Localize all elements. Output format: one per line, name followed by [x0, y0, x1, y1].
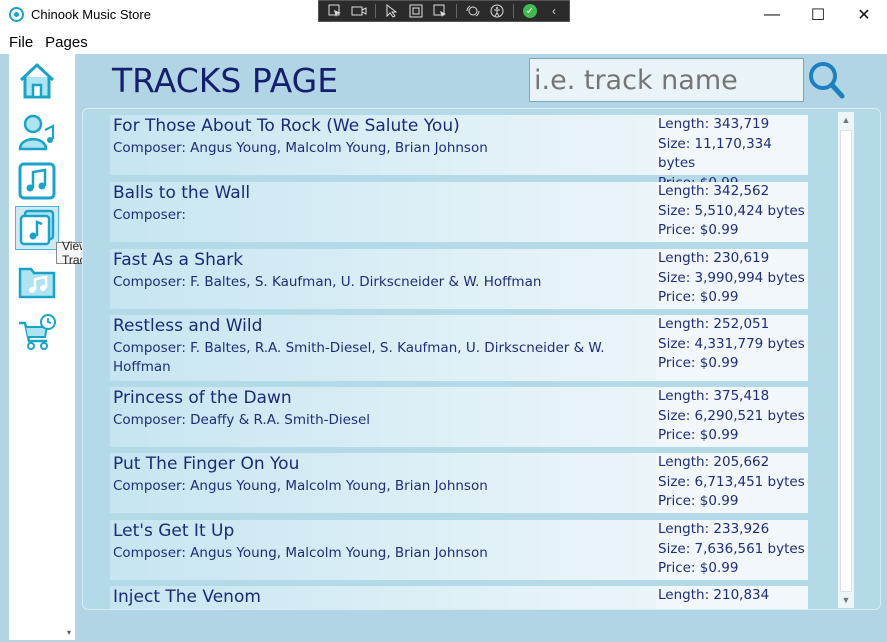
page-title: TRACKS PAGE: [112, 61, 339, 100]
track-price: Price: $0.99: [658, 355, 739, 371]
track-row[interactable]: Put The Finger On You Composer: Angus Yo…: [110, 453, 808, 513]
scroll-thumb[interactable]: [840, 130, 852, 592]
track-length: Length: 233,926: [658, 521, 770, 537]
track-name: Put The Finger On You: [113, 454, 300, 474]
sidebar-item-tracks[interactable]: [15, 206, 59, 250]
collapse-toolbar-icon[interactable]: ‹: [544, 3, 564, 19]
track-composer: Composer: F. Baltes, R.A. Smith-Diesel, …: [113, 340, 605, 375]
home-icon: [19, 63, 55, 99]
track-length: Length: 210,834: [658, 587, 770, 603]
sidebar-item-playlists[interactable]: [15, 259, 59, 303]
track-info: Length: 342,562 Size: 5,510,424 bytes Pr…: [656, 182, 808, 242]
artist-icon: [18, 114, 55, 151]
resize-grip-icon[interactable]: ▾: [67, 628, 71, 637]
track-name: Balls to the Wall: [113, 183, 251, 203]
track-size: Size: 6,713,451 bytes: [658, 473, 805, 490]
track-info: Length: 233,926 Size: 7,636,561 bytes Pr…: [656, 520, 808, 580]
shopping-cart-icon: [19, 314, 56, 350]
track-price: Price: $0.99: [658, 560, 739, 576]
track-name: Inject The Venom: [113, 587, 261, 607]
track-row[interactable]: Inject The Venom Length: 210,834: [110, 586, 808, 609]
playlist-folder-icon: [18, 267, 56, 299]
track-size: Size: 4,331,779 bytes: [658, 335, 805, 352]
album-icon: [18, 162, 56, 200]
track-row[interactable]: For Those About To Rock (We Salute You) …: [110, 115, 808, 191]
track-length: Length: 343,719: [658, 116, 770, 132]
track-row[interactable]: Restless and Wild Composer: F. Baltes, R…: [110, 315, 808, 381]
track-name: For Those About To Rock (We Salute You): [113, 116, 460, 136]
track-info: Length: 210,834: [656, 586, 808, 609]
track-composer: Composer: F. Baltes, S. Kaufman, U. Dirk…: [113, 274, 542, 290]
track-size: Size: 6,290,521 bytes: [658, 407, 805, 424]
close-button[interactable]: ✕: [841, 0, 887, 30]
track-row[interactable]: Balls to the Wall Composer: Length: 342,…: [110, 182, 808, 242]
track-focus-icon[interactable]: [430, 3, 450, 19]
sidebar: ▾: [9, 54, 75, 640]
search-input[interactable]: [529, 58, 804, 102]
binding-failures-icon[interactable]: [463, 3, 483, 19]
video-icon[interactable]: [349, 3, 369, 19]
accessibility-icon[interactable]: [487, 3, 507, 19]
track-composer: Composer: Deaffy & R.A. Smith-Diesel: [113, 412, 371, 428]
track-length: Length: 375,418: [658, 388, 770, 404]
track-length: Length: 205,662: [658, 454, 770, 470]
toolbar-separator: [375, 4, 376, 18]
track-composer: Composer:: [113, 207, 186, 223]
track-info: Length: 252,051 Size: 4,331,779 bytes Pr…: [656, 315, 808, 381]
tracks-icon: [19, 209, 55, 246]
toolbar-separator: [456, 4, 457, 18]
track-row[interactable]: Let's Get It Up Composer: Angus Young, M…: [110, 520, 808, 580]
track-info: Length: 230,619 Size: 3,990,994 bytes Pr…: [656, 249, 808, 309]
app-icon: [9, 7, 24, 22]
menu-pages[interactable]: Pages: [45, 34, 88, 51]
track-size: Size: 7,636,561 bytes: [658, 540, 805, 557]
sidebar-item-purchases[interactable]: [15, 311, 59, 355]
window-title: Chinook Music Store: [31, 7, 151, 22]
track-composer: Composer: Angus Young, Malcolm Young, Br…: [113, 478, 488, 494]
debug-toolbar: ✓ ‹: [318, 0, 570, 22]
track-price: Price: $0.99: [658, 289, 739, 305]
layout-adorner-icon[interactable]: [406, 3, 426, 19]
track-row[interactable]: Princess of the Dawn Composer: Deaffy & …: [110, 387, 808, 447]
sidebar-item-artists[interactable]: [15, 110, 59, 154]
track-name: Princess of the Dawn: [113, 388, 292, 408]
track-price: Price: $0.99: [658, 427, 739, 443]
maximize-button[interactable]: ☐: [795, 0, 841, 30]
track-size: Size: 5,510,424 bytes: [658, 202, 805, 219]
vertical-scrollbar[interactable]: ▲ ▼: [838, 112, 854, 608]
track-composer: Composer: Angus Young, Malcolm Young, Br…: [113, 545, 488, 561]
minimize-button[interactable]: —: [749, 0, 795, 30]
track-name: Let's Get It Up: [113, 521, 235, 541]
check-status-icon[interactable]: ✓: [520, 3, 540, 19]
track-size: Size: 11,170,334 bytes: [658, 135, 772, 172]
track-row[interactable]: Fast As a Shark Composer: F. Baltes, S. …: [110, 249, 808, 309]
sidebar-item-albums[interactable]: [15, 159, 59, 203]
tracks-list[interactable]: For Those About To Rock (We Salute You) …: [82, 108, 881, 610]
search-icon: [809, 62, 845, 99]
track-composer: Composer: Angus Young, Malcolm Young, Br…: [113, 140, 488, 156]
track-price: Price: $0.99: [658, 493, 739, 509]
track-info: Length: 343,719 Size: 11,170,334 bytes P…: [656, 115, 808, 191]
scroll-up-icon[interactable]: ▲: [838, 112, 854, 128]
sidebar-item-home[interactable]: [15, 59, 59, 103]
track-name: Restless and Wild: [113, 316, 263, 336]
track-name: Fast As a Shark: [113, 250, 244, 270]
track-size: Size: 3,990,994 bytes: [658, 269, 805, 286]
track-price: Price: $0.99: [658, 222, 739, 238]
select-element-icon[interactable]: [325, 3, 345, 19]
track-length: Length: 230,619: [658, 250, 770, 266]
cursor-icon[interactable]: [382, 3, 402, 19]
search-button[interactable]: [808, 60, 846, 100]
track-length: Length: 252,051: [658, 316, 770, 332]
track-info: Length: 375,418 Size: 6,290,521 bytes Pr…: [656, 387, 808, 447]
toolbar-separator: [513, 4, 514, 18]
scroll-down-icon[interactable]: ▼: [838, 592, 854, 608]
menu-file[interactable]: File: [9, 34, 33, 51]
track-length: Length: 342,562: [658, 183, 770, 199]
menu-bar: File Pages: [0, 30, 887, 54]
track-info: Length: 205,662 Size: 6,713,451 bytes Pr…: [656, 453, 808, 513]
